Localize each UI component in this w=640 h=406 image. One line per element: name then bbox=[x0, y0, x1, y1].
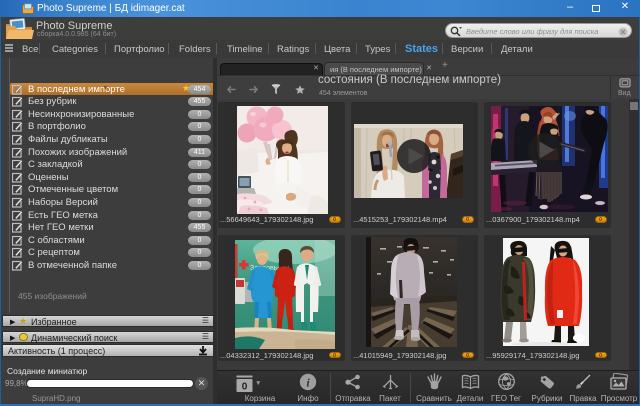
svg-text:0: 0 bbox=[242, 382, 248, 393]
